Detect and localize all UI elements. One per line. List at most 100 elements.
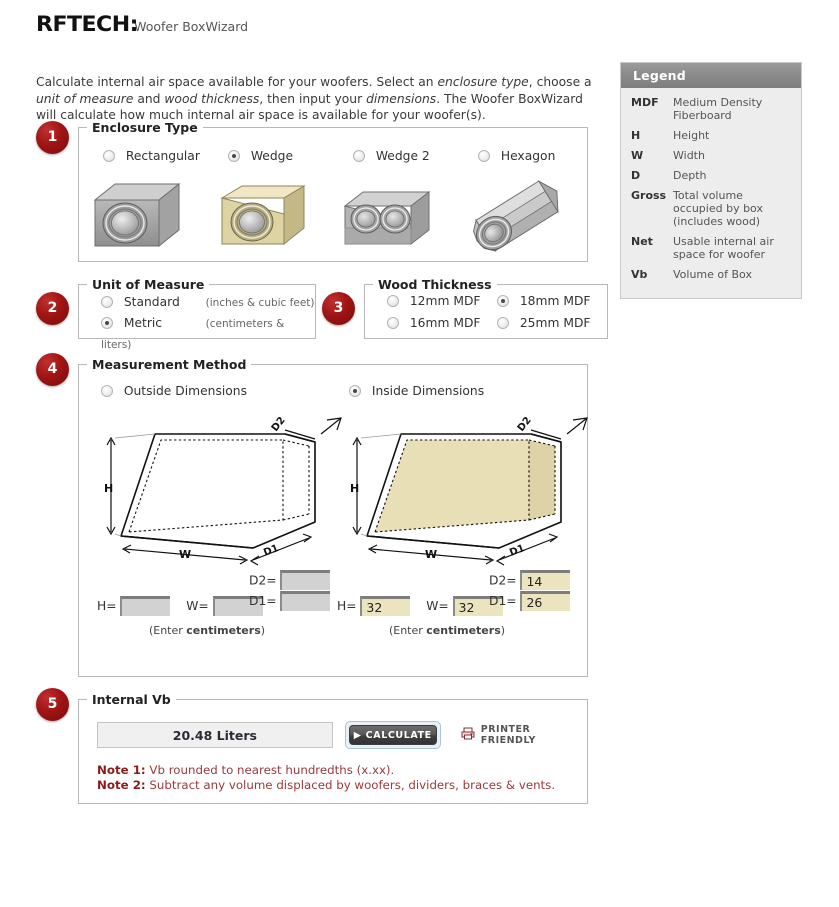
legend-definition: Height xyxy=(673,129,710,142)
enclosure-label-wedge2: Wedge 2 xyxy=(375,149,430,163)
unit-label-metric: Metric xyxy=(123,316,163,330)
outside-d1-label: D1= xyxy=(249,594,277,608)
radio-wood-12mm[interactable] xyxy=(387,295,399,307)
outside-d2-input[interactable] xyxy=(280,570,331,590)
wood-label-16mm: 16mm MDF xyxy=(409,316,481,330)
inside-h-input[interactable] xyxy=(360,596,411,616)
internal-vb-legend: Internal Vb xyxy=(92,692,171,707)
legend-panel: Legend MDF Medium Density Fiberboard H H… xyxy=(620,62,802,299)
legend-term: W xyxy=(631,149,644,162)
legend-term: Gross xyxy=(631,189,667,202)
unit-option-standard[interactable]: Standard (inches & cubic feet) xyxy=(79,292,315,313)
svg-text:W: W xyxy=(425,548,437,561)
unit-of-measure-panel: Unit of Measure Standard (inches & cubic… xyxy=(78,277,316,351)
vb-result-value: 20.48 Liters xyxy=(97,722,333,748)
vb-result-row: 20.48 Liters ▶ CALCULATE PRINTER FRIENDL… xyxy=(79,707,587,749)
wedge-diagrams: H W D1 D2 H W D1 D2 xyxy=(79,410,589,570)
legend-term: MDF xyxy=(631,96,659,109)
radio-wood-16mm[interactable] xyxy=(387,317,399,329)
radio-unit-standard[interactable] xyxy=(101,296,113,308)
svg-text:D1: D1 xyxy=(508,543,526,559)
radio-measurement-inside[interactable] xyxy=(349,385,361,397)
enclosure-option-wedge[interactable]: Wedge xyxy=(204,149,329,255)
outside-note-suffix: ) xyxy=(260,624,266,637)
legend-definition: Total volume occupied by box (includes w… xyxy=(673,189,763,228)
enclosure-option-rectangular[interactable]: Rectangular xyxy=(79,149,204,255)
vb-notes: Note 1: Vb rounded to nearest hundredths… xyxy=(79,749,587,793)
dimension-inputs-area: H= W= D2= D1= (Enter centimeters) H= 32 … xyxy=(79,570,587,648)
intro-paragraph: Calculate internal air space available f… xyxy=(36,74,606,124)
rftech-logo: RFTECH: xyxy=(36,12,138,36)
intro-em-wood-thickness: wood thickness xyxy=(164,91,260,106)
intro-text-3: and xyxy=(133,91,165,106)
unit-option-metric[interactable]: Metric (centimeters & liters) xyxy=(79,313,315,355)
printer-friendly-link[interactable]: PRINTER FRIENDLY xyxy=(461,724,587,746)
calculate-button-wrapper[interactable]: ▶ CALCULATE xyxy=(344,721,441,749)
wood-option-16mm[interactable]: 16mm MDF xyxy=(387,314,497,333)
wood-label-25mm: 25mm MDF xyxy=(519,316,591,330)
legend-term: D xyxy=(631,169,641,182)
enclosure-option-hexagon[interactable]: Hexagon xyxy=(454,149,579,255)
step-badge-3: 3 xyxy=(322,292,355,325)
outside-note-prefix: (Enter xyxy=(148,624,187,637)
intro-em-dimensions: dimensions xyxy=(366,91,437,106)
inside-d2-label: D2= xyxy=(489,573,517,587)
inside-d2-input[interactable] xyxy=(520,570,571,590)
radio-enclosure-rectangular[interactable] xyxy=(103,150,115,162)
enclosure-label-rectangular: Rectangular xyxy=(125,149,200,163)
inside-note-suffix: ) xyxy=(500,624,506,637)
radio-enclosure-wedge2[interactable] xyxy=(353,150,365,162)
radio-wood-18mm[interactable] xyxy=(497,295,509,307)
inside-w-label: W= xyxy=(426,599,449,613)
inside-units-note: (Enter centimeters) xyxy=(337,624,557,637)
wedge-diagram-inside-icon: H W D1 D2 xyxy=(339,410,589,570)
unit-label-standard: Standard xyxy=(123,295,180,309)
wood-option-12mm[interactable]: 12mm MDF xyxy=(387,292,497,311)
page-title: Woofer BoxWizard xyxy=(134,19,249,34)
outside-h-label: H= xyxy=(97,599,117,613)
radio-unit-metric[interactable] xyxy=(101,317,113,329)
vb-note-1-text: Vb rounded to nearest hundredths (x.xx). xyxy=(145,763,395,777)
measurement-label-outside: Outside Dimensions xyxy=(123,384,247,398)
inside-h-label: H= xyxy=(337,599,357,613)
measurement-option-outside[interactable]: Outside Dimensions xyxy=(101,384,247,398)
measurement-method-legend: Measurement Method xyxy=(92,357,247,372)
unit-of-measure-legend: Unit of Measure xyxy=(92,277,205,292)
outside-d1-input[interactable] xyxy=(280,591,331,611)
svg-text:H: H xyxy=(104,482,113,495)
inside-note-unit: centimeters xyxy=(426,624,501,637)
legend-row: MDF Medium Density Fiberboard xyxy=(631,96,791,122)
svg-text:D2: D2 xyxy=(516,415,534,434)
calculate-button[interactable]: ▶ CALCULATE xyxy=(348,725,437,745)
intro-text-4: , then input your xyxy=(259,91,367,106)
wood-label-12mm: 12mm MDF xyxy=(409,294,481,308)
step-badge-1: 1 xyxy=(36,121,69,154)
outside-note-unit: centimeters xyxy=(186,624,261,637)
svg-text:H: H xyxy=(350,482,359,495)
legend-row: H Height xyxy=(631,129,791,142)
svg-text:D2: D2 xyxy=(270,415,288,434)
wedge-box-icon xyxy=(204,177,329,255)
wood-thickness-options: 12mm MDF 18mm MDF 16mm MDF 25mm MDF xyxy=(365,292,607,333)
radio-wood-25mm[interactable] xyxy=(497,317,509,329)
radio-measurement-outside[interactable] xyxy=(101,385,113,397)
wood-option-18mm[interactable]: 18mm MDF xyxy=(497,292,607,311)
wood-label-18mm: 18mm MDF xyxy=(519,294,591,308)
play-arrow-icon: ▶ xyxy=(353,729,362,741)
wood-option-25mm[interactable]: 25mm MDF xyxy=(497,314,607,333)
legend-body: MDF Medium Density Fiberboard H Height W… xyxy=(621,88,801,298)
radio-enclosure-hexagon[interactable] xyxy=(478,150,490,162)
inside-d1-label: D1= xyxy=(489,594,517,608)
measurement-option-inside[interactable]: Inside Dimensions xyxy=(349,384,484,398)
radio-enclosure-wedge[interactable] xyxy=(228,150,240,162)
legend-row: Gross Total volume occupied by box (incl… xyxy=(631,189,791,228)
enclosure-label-hexagon: Hexagon xyxy=(500,149,556,163)
calculate-button-label: CALCULATE xyxy=(365,729,432,741)
printer-friendly-label: PRINTER FRIENDLY xyxy=(480,724,536,746)
outside-h-input[interactable] xyxy=(120,596,171,616)
intro-em-enclosure-type: enclosure type xyxy=(437,75,529,90)
svg-text:W: W xyxy=(179,548,191,561)
vb-note-2-label: Note 2: xyxy=(97,778,146,792)
enclosure-option-wedge2[interactable]: Wedge 2 xyxy=(329,149,454,255)
inside-d1-input[interactable] xyxy=(520,591,571,611)
